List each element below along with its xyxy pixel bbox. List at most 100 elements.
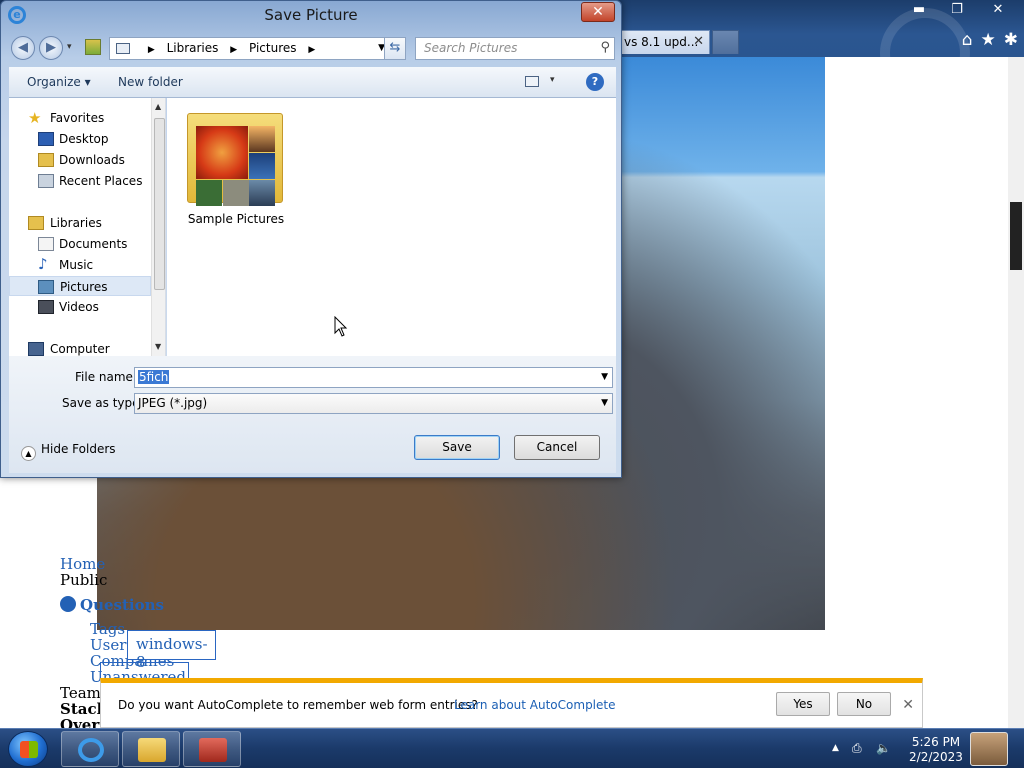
nav-desktop-label: Desktop xyxy=(59,132,109,146)
home-icon[interactable]: ⌂ xyxy=(962,30,973,50)
nav-pictures[interactable]: Pictures xyxy=(9,276,151,296)
nav-pane-scrollbar[interactable]: ▲ ▼ xyxy=(151,98,165,356)
folder-icon xyxy=(187,113,283,206)
nav-videos[interactable]: Videos xyxy=(9,297,151,317)
windows-logo-icon xyxy=(20,741,38,758)
autocomplete-yes-button[interactable]: Yes xyxy=(776,692,830,716)
close-icon[interactable]: ✕ xyxy=(902,697,914,713)
nav-desktop[interactable]: Desktop xyxy=(9,129,151,149)
breadcrumb-separator-icon: ▶ xyxy=(308,45,316,55)
search-icon[interactable]: ⚲ xyxy=(600,40,610,55)
refresh-button[interactable]: ⇆ xyxy=(384,37,406,60)
back-button[interactable]: ◀ xyxy=(11,36,35,60)
taskbar-file-explorer[interactable] xyxy=(122,731,180,767)
close-window-button[interactable]: ✕ xyxy=(976,0,1020,20)
volume-muted-icon[interactable]: 🔈 xyxy=(876,741,891,755)
window-controls: ▬ ❐ ✕ xyxy=(900,0,1020,20)
nav-recent-places[interactable]: Recent Places xyxy=(9,171,151,191)
new-folder-button[interactable]: New folder xyxy=(118,75,183,89)
network-icon[interactable]: ⎙ xyxy=(852,741,862,756)
help-icon[interactable]: ? xyxy=(586,73,604,91)
clock-date: 2/2/2023 xyxy=(909,750,963,764)
sample-pictures-folder[interactable]: Sample Pictures xyxy=(187,108,285,226)
search-input[interactable]: Search Pictures ⚲ xyxy=(415,37,615,60)
system-clock[interactable]: 5:26 PM 2/2/2023 xyxy=(906,735,966,765)
thumbnail-row xyxy=(196,180,249,206)
thumbnail-flower xyxy=(196,126,248,179)
save-button[interactable]: Save xyxy=(414,435,500,460)
tag-windows-8[interactable]: windows-8 xyxy=(127,630,216,671)
view-dropdown-icon[interactable]: ▾ xyxy=(550,75,555,85)
up-folder-icon[interactable] xyxy=(85,39,101,55)
nav-libraries[interactable]: Libraries xyxy=(9,213,151,233)
save-type-value: JPEG (*.jpg) xyxy=(138,396,208,410)
nav-computer[interactable]: Computer xyxy=(9,339,151,356)
scroll-down-icon[interactable]: ▼ xyxy=(155,342,161,351)
nav-downloads-label: Downloads xyxy=(59,153,125,167)
clock-time: 5:26 PM xyxy=(911,735,961,749)
documents-icon xyxy=(38,237,54,251)
folder-label: Sample Pictures xyxy=(187,212,285,226)
file-name-field[interactable]: 5fich ▼ xyxy=(134,367,613,388)
breadcrumb-pictures[interactable]: Pictures xyxy=(249,41,297,55)
desktop-icon xyxy=(38,132,54,146)
forward-button[interactable]: ▶ xyxy=(39,36,63,60)
tab-title: vs 8.1 upd... xyxy=(624,35,699,49)
dialog-title: Save Picture xyxy=(264,6,358,24)
minimize-button[interactable]: ▬ xyxy=(900,0,938,20)
page-scrollbar-thumb[interactable] xyxy=(1010,202,1022,270)
restore-button[interactable]: ❐ xyxy=(938,0,976,20)
nav-downloads[interactable]: Downloads xyxy=(9,150,151,170)
address-bar[interactable]: ▶ Libraries ▶ Pictures ▶ ▼ xyxy=(109,37,392,60)
nav-documents[interactable]: Documents xyxy=(9,234,151,254)
hide-folders-button[interactable]: ▲ Hide Folders xyxy=(21,442,116,461)
mouse-cursor-icon xyxy=(334,316,348,337)
nav-music[interactable]: ♪ Music xyxy=(9,255,151,275)
nav-documents-label: Documents xyxy=(59,237,128,251)
history-dropdown-icon[interactable]: ▾ xyxy=(67,42,72,52)
autocomplete-message: Do you want AutoComplete to remember web… xyxy=(118,698,478,712)
page-scrollbar[interactable] xyxy=(1008,57,1024,728)
file-name-dropdown-icon[interactable]: ▼ xyxy=(601,372,608,382)
toolbox-icon xyxy=(199,738,227,762)
browser-tab[interactable]: vs 8.1 upd... ✕ xyxy=(615,30,710,54)
save-type-dropdown-icon[interactable]: ▼ xyxy=(601,398,608,408)
taskbar-toolbox-app[interactable] xyxy=(183,731,241,767)
learn-autocomplete-link[interactable]: Learn about AutoComplete xyxy=(454,698,615,712)
navigation-row: ◀ ▶ ▾ ▶ Libraries ▶ Pictures ▶ ▼ ⇆ Searc… xyxy=(9,35,619,61)
autocomplete-notification: Do you want AutoComplete to remember web… xyxy=(100,678,923,728)
nav-questions-link[interactable]: Questions xyxy=(60,596,164,614)
view-options-icon[interactable] xyxy=(525,76,539,87)
breadcrumb-separator-icon: ▶ xyxy=(147,45,155,55)
taskbar: ▲ ⎙ 🔈 5:26 PM 2/2/2023 xyxy=(0,728,1024,768)
navigation-pane: ★ Favorites Desktop Downloads Recent Pla… xyxy=(9,98,166,356)
dialog-close-button[interactable]: ✕ xyxy=(581,2,615,22)
tab-close-icon[interactable]: ✕ xyxy=(693,34,704,49)
hide-folders-label: Hide Folders xyxy=(41,442,116,456)
folder-icon xyxy=(138,738,166,762)
autocomplete-no-button[interactable]: No xyxy=(837,692,891,716)
breadcrumb-libraries[interactable]: Libraries xyxy=(167,41,219,55)
favorites-star-icon[interactable]: ★ xyxy=(981,30,996,50)
user-picture-icon[interactable] xyxy=(970,732,1008,766)
new-tab-button[interactable] xyxy=(712,30,739,54)
scroll-up-icon[interactable]: ▲ xyxy=(155,102,161,111)
start-button[interactable] xyxy=(8,731,48,767)
libraries-icon xyxy=(28,216,44,230)
thumbnail-lighthouse xyxy=(249,180,275,206)
cancel-button[interactable]: Cancel xyxy=(514,435,600,460)
nav-favorites[interactable]: ★ Favorites xyxy=(9,108,151,128)
tray-expand-icon[interactable]: ▲ xyxy=(832,743,839,753)
taskbar-internet-explorer[interactable] xyxy=(61,731,119,767)
organize-button[interactable]: Organize ▾ xyxy=(27,75,91,89)
breadcrumb-separator-icon: ▶ xyxy=(230,45,238,55)
nav-pane-scroll-thumb[interactable] xyxy=(154,118,165,290)
nav-videos-label: Videos xyxy=(59,300,99,314)
nav-overflow-label: Overf xyxy=(60,716,106,728)
thumbnail-hydrangea xyxy=(196,180,222,206)
tools-gear-icon[interactable]: ✱ xyxy=(1004,30,1018,50)
save-type-select[interactable]: JPEG (*.jpg) ▼ xyxy=(134,393,613,414)
command-bar: Organize ▾ New folder ▾ ? xyxy=(9,67,616,98)
save-options-area: File name: 5fich ▼ Save as type: JPEG (*… xyxy=(9,356,616,473)
star-icon: ★ xyxy=(28,109,42,127)
